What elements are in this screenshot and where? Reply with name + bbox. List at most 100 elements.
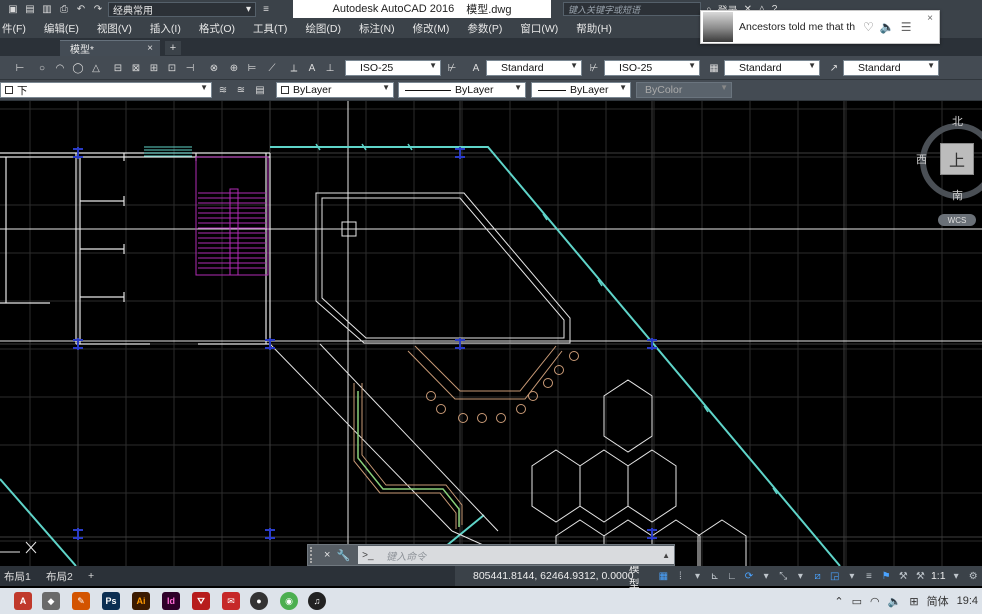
wcs-menu[interactable]: WCS bbox=[938, 214, 976, 226]
workspace-select[interactable]: 经典常用 ▾ bbox=[108, 1, 256, 17]
menu-tools[interactable]: 工具(T) bbox=[244, 21, 296, 36]
drag-handle[interactable] bbox=[310, 547, 318, 563]
compass-south[interactable]: 南 bbox=[952, 187, 963, 203]
autocad-taskbar-icon[interactable]: A bbox=[14, 592, 32, 610]
menu-window[interactable]: 窗口(W) bbox=[511, 21, 567, 36]
viewcube[interactable]: 上 北 南 西 WCS bbox=[914, 113, 982, 233]
compass-west[interactable]: 西 bbox=[916, 151, 927, 167]
pen-taskbar-icon[interactable]: ✎ bbox=[72, 592, 90, 610]
menu-icon[interactable]: ≡ bbox=[862, 569, 875, 583]
dim-angular-icon[interactable]: ⊠ bbox=[128, 60, 144, 76]
grid-icon[interactable]: ▦ bbox=[657, 569, 670, 583]
ime-indicator[interactable]: 简体 bbox=[927, 593, 949, 609]
acrobat-taskbar-icon[interactable]: ⛛ bbox=[192, 592, 210, 610]
menu-file[interactable]: 件(F) bbox=[0, 21, 35, 36]
mail-taskbar-icon[interactable]: ✉ bbox=[222, 592, 240, 610]
music-taskbar-icon[interactable]: ♫ bbox=[308, 592, 326, 610]
lineweight-icon[interactable]: ⧄ bbox=[811, 569, 824, 583]
osnap-icon[interactable]: ▾ bbox=[794, 569, 807, 583]
drawing-canvas[interactable]: 上 北 南 西 WCS bbox=[0, 101, 982, 566]
selection-cycling-icon[interactable]: ▾ bbox=[845, 569, 858, 583]
multileader-style-select[interactable]: Standard ▼ bbox=[843, 60, 939, 76]
menu-draw[interactable]: 绘图(D) bbox=[296, 21, 350, 36]
table-style-select[interactable]: Standard ▼ bbox=[724, 60, 820, 76]
menu-parametric[interactable]: 参数(P) bbox=[458, 21, 511, 36]
new-tab-button[interactable]: + bbox=[165, 41, 181, 55]
annotation-scale[interactable]: 1:1 bbox=[929, 570, 948, 582]
close-icon[interactable]: × bbox=[927, 13, 933, 24]
isodraft-icon[interactable]: ⟳ bbox=[742, 569, 755, 583]
print-icon[interactable]: ⎙ bbox=[57, 2, 71, 16]
clock[interactable]: 19:4 bbox=[957, 595, 978, 607]
wrench-icon[interactable]: 🔧 bbox=[336, 549, 350, 562]
snap-icon[interactable]: ⁞ bbox=[674, 569, 687, 583]
compass-north[interactable]: 北 bbox=[952, 113, 963, 129]
annotation-scale-icon[interactable]: ⚒ bbox=[914, 569, 927, 583]
menu-help[interactable]: 帮助(H) bbox=[567, 21, 621, 36]
layer-state-icon[interactable]: ▤ bbox=[252, 82, 268, 98]
dim-inspect-icon[interactable]: ⊨ bbox=[244, 60, 260, 76]
menu-insert[interactable]: 插入(I) bbox=[141, 21, 190, 36]
dim-baseline-icon[interactable]: ⊞ bbox=[146, 60, 162, 76]
menu-format[interactable]: 格式(O) bbox=[190, 21, 244, 36]
speaker-icon[interactable]: 🔈 bbox=[880, 20, 895, 34]
center-mark-icon[interactable]: ⊕ bbox=[226, 60, 242, 76]
dim-edit-icon[interactable]: ⟂ bbox=[286, 60, 302, 76]
color-select[interactable]: ByLayer ▼ bbox=[276, 82, 394, 98]
dim-update-icon[interactable]: ⊥ bbox=[322, 60, 338, 76]
dim-jogged-icon[interactable]: ⟋ bbox=[264, 60, 280, 76]
text-style-icon[interactable]: A bbox=[468, 60, 484, 76]
dim-aligned-icon[interactable]: ⊟ bbox=[110, 60, 126, 76]
tab-model-dwg[interactable]: 模型* × bbox=[60, 40, 160, 56]
ortho-icon[interactable]: ⊾ bbox=[708, 569, 721, 583]
network-icon[interactable]: ⊞ bbox=[909, 595, 918, 608]
close-icon[interactable]: × bbox=[324, 549, 330, 561]
osnap-tracking-icon[interactable]: ⤡ bbox=[777, 569, 790, 583]
lineweight-select[interactable]: ByLayer ▼ bbox=[531, 82, 631, 98]
tab-layout2[interactable]: 布局2 bbox=[42, 568, 77, 584]
gear-icon[interactable]: ⚙ bbox=[967, 569, 980, 583]
photoshop-taskbar-icon[interactable]: Ps bbox=[102, 592, 120, 610]
file-open-icon[interactable]: ▣ bbox=[6, 2, 20, 16]
chevron-down-icon[interactable]: ▾ bbox=[950, 569, 963, 583]
customize-qat-icon[interactable]: ≡ bbox=[259, 2, 273, 16]
chrome-taskbar-icon[interactable]: ◉ bbox=[280, 592, 298, 610]
illustrator-taskbar-icon[interactable]: Ai bbox=[132, 592, 150, 610]
triangle-icon[interactable]: △ bbox=[88, 60, 104, 76]
list-icon[interactable]: ☰ bbox=[901, 20, 912, 34]
indesign-taskbar-icon[interactable]: Id bbox=[162, 592, 180, 610]
transparency-icon[interactable]: ◲ bbox=[828, 569, 841, 583]
make-current-layer-icon[interactable]: ≋ bbox=[215, 82, 231, 98]
ellipse-icon[interactable]: ◯ bbox=[70, 60, 86, 76]
app-taskbar-icon[interactable]: ◆ bbox=[42, 592, 60, 610]
heart-icon[interactable]: ♡ bbox=[863, 20, 874, 34]
redo-icon[interactable]: ↷ bbox=[91, 2, 105, 16]
save-as-icon[interactable]: ▥ bbox=[40, 2, 54, 16]
text-style-select[interactable]: Standard ▼ bbox=[486, 60, 582, 76]
layer-select[interactable]: 下 ▼ bbox=[0, 82, 212, 98]
dim-space-icon[interactable]: ⊣ bbox=[182, 60, 198, 76]
coordinate-readout[interactable]: 805441.8144, 62464.9312, 0.0000 bbox=[455, 570, 634, 582]
linetype-select[interactable]: ByLayer ▼ bbox=[398, 82, 526, 98]
dim-style-manager-icon[interactable]: ⊬ bbox=[444, 60, 460, 76]
close-icon[interactable]: × bbox=[147, 43, 153, 54]
layer-previous-icon[interactable]: ≊ bbox=[233, 82, 249, 98]
viewcube-face-top[interactable]: 上 bbox=[940, 143, 974, 175]
tolerance-icon[interactable]: ⊗ bbox=[206, 60, 222, 76]
menu-edit[interactable]: 编辑(E) bbox=[35, 21, 88, 36]
add-layout-button[interactable]: + bbox=[84, 568, 98, 584]
save-icon[interactable]: ▤ bbox=[23, 2, 37, 16]
infer-icon[interactable]: ▾ bbox=[691, 569, 704, 583]
dim-style-icon[interactable]: ⊬ bbox=[586, 60, 602, 76]
table-style-icon[interactable]: ▦ bbox=[706, 60, 722, 76]
media-notification[interactable]: Ancestors told me that th ♡ 🔈 ☰ × bbox=[700, 10, 940, 44]
chevron-up-icon[interactable]: ⌃ bbox=[834, 595, 843, 608]
auto-scale-icon[interactable]: ⚒ bbox=[897, 569, 910, 583]
dim-style-select[interactable]: ISO-25 ▼ bbox=[345, 60, 441, 76]
search-input[interactable]: 键入关键字或短语 bbox=[563, 2, 701, 16]
circle-icon[interactable]: ○ bbox=[34, 60, 50, 76]
polar-icon[interactable]: ∟ bbox=[725, 569, 738, 583]
speaker-icon[interactable]: 🔈 bbox=[888, 595, 902, 608]
dim-continue-icon[interactable]: ⊡ bbox=[164, 60, 180, 76]
annotation-visibility-icon[interactable]: ⚑ bbox=[880, 569, 893, 583]
